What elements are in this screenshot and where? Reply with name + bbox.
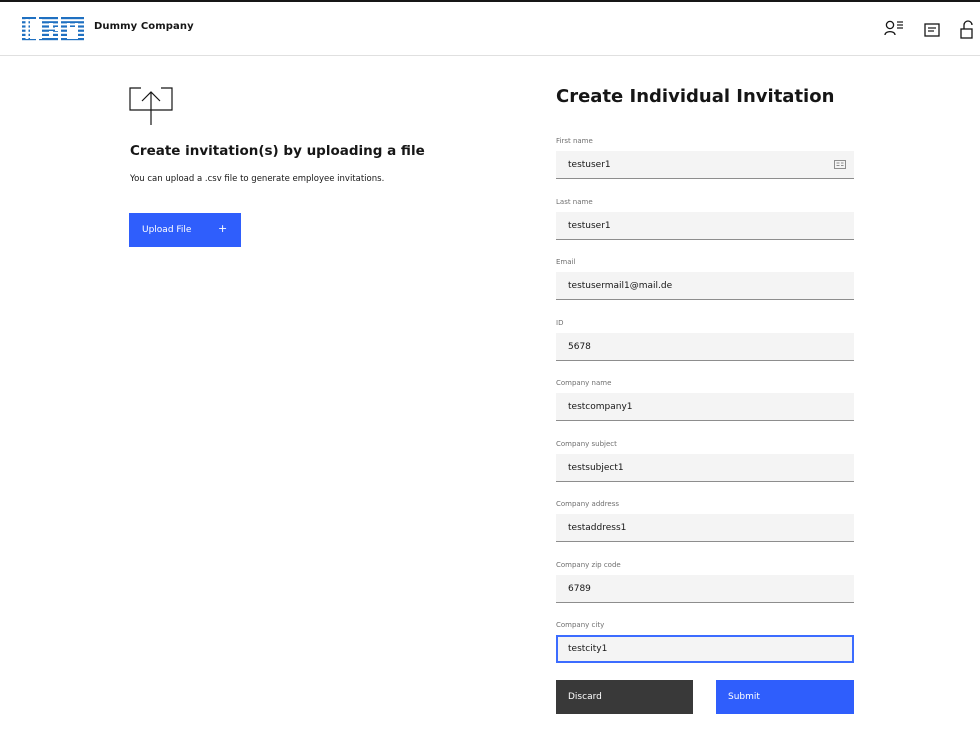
company-address-field: Company address bbox=[556, 500, 854, 542]
company-city-field: Company city bbox=[556, 621, 854, 663]
document-icon[interactable] bbox=[922, 19, 942, 41]
plus-icon: + bbox=[218, 222, 228, 235]
id-input[interactable] bbox=[556, 333, 854, 361]
user-list-icon[interactable] bbox=[884, 19, 904, 41]
company-subject-field: Company subject bbox=[556, 440, 854, 482]
company-name: Dummy Company bbox=[94, 21, 194, 32]
company-city-label: Company city bbox=[556, 621, 605, 629]
id-field: ID bbox=[556, 319, 854, 361]
contact-card-icon[interactable] bbox=[834, 160, 846, 169]
company-subject-label: Company subject bbox=[556, 440, 617, 448]
company-name-field: Company name bbox=[556, 379, 854, 421]
ibm-logo[interactable] bbox=[22, 16, 84, 42]
discard-button[interactable]: Discard bbox=[556, 680, 693, 714]
email-label: Email bbox=[556, 258, 576, 266]
email-input[interactable] bbox=[556, 272, 854, 300]
first-name-label: First name bbox=[556, 137, 593, 145]
first-name-field: First name bbox=[556, 137, 854, 179]
last-name-label: Last name bbox=[556, 198, 593, 206]
company-city-input[interactable] bbox=[556, 635, 854, 663]
upload-button-label: Upload File bbox=[142, 225, 192, 235]
company-zip-input[interactable] bbox=[556, 575, 854, 603]
company-address-label: Company address bbox=[556, 500, 620, 508]
company-zip-field: Company zip code bbox=[556, 561, 854, 603]
last-name-field: Last name bbox=[556, 198, 854, 240]
upload-description: You can upload a .csv file to generate e… bbox=[130, 174, 385, 184]
upload-file-button[interactable]: Upload File + bbox=[129, 213, 241, 247]
first-name-input[interactable] bbox=[556, 151, 854, 179]
top-header: Dummy Company bbox=[0, 0, 980, 56]
company-name-label: Company name bbox=[556, 379, 612, 387]
email-field: Email bbox=[556, 258, 854, 300]
company-name-input[interactable] bbox=[556, 393, 854, 421]
company-address-input[interactable] bbox=[556, 514, 854, 542]
upload-icon bbox=[129, 87, 173, 125]
company-zip-label: Company zip code bbox=[556, 561, 621, 569]
id-label: ID bbox=[556, 319, 564, 327]
submit-button[interactable]: Submit bbox=[716, 680, 854, 714]
company-subject-input[interactable] bbox=[556, 454, 854, 482]
form-title: Create Individual Invitation bbox=[556, 86, 835, 107]
last-name-input[interactable] bbox=[556, 212, 854, 240]
upload-title: Create invitation(s) by uploading a file bbox=[130, 143, 425, 159]
unlock-icon[interactable] bbox=[958, 19, 978, 41]
